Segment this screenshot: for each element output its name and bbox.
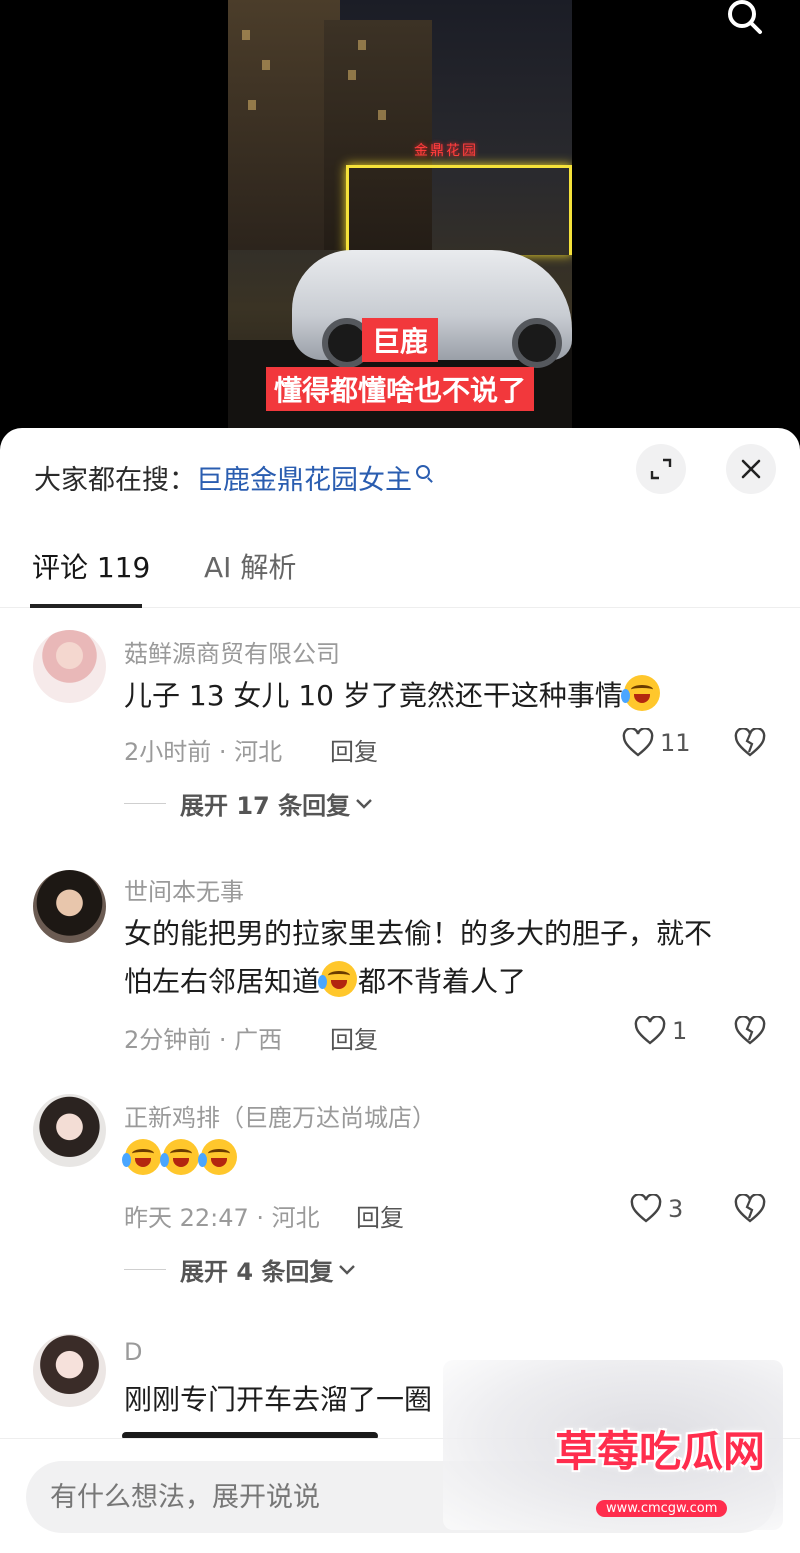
like-count: 1 xyxy=(672,1017,688,1045)
comment-username[interactable]: 菇鲜源商贸有限公司 xyxy=(124,634,340,669)
comment-username[interactable]: 正新鸡排（巨鹿万达尚城店） xyxy=(124,1098,436,1133)
search-icon xyxy=(416,465,430,479)
chevron-down-icon xyxy=(339,1264,356,1275)
divider-dash xyxy=(124,1269,166,1270)
window-light xyxy=(358,40,366,50)
heart-icon xyxy=(630,1194,662,1223)
window-light xyxy=(248,100,256,110)
like-button[interactable]: 11 xyxy=(622,728,691,758)
chevron-down-icon xyxy=(356,798,372,809)
laugh-cry-emoji-icon xyxy=(122,1139,161,1175)
comment-text-content: 儿子 13 女儿 10 岁了竟然还干这种事情 xyxy=(124,679,623,712)
caption-line-1: 巨鹿 xyxy=(361,318,438,362)
dislike-button[interactable] xyxy=(734,1015,766,1050)
watermark-title: 草莓吃瓜网 xyxy=(555,1427,766,1476)
expand-icon xyxy=(650,458,672,480)
avatar[interactable] xyxy=(33,1094,106,1167)
comment-username[interactable]: 世间本无事 xyxy=(124,872,244,907)
laugh-cry-emoji-icon xyxy=(620,675,660,711)
window-light xyxy=(378,110,386,120)
comment-time-location: 2小时前 · 河北 xyxy=(124,738,283,766)
gate-lights xyxy=(346,165,572,255)
search-icon[interactable] xyxy=(722,0,766,38)
comment-time-location: 昨天 22:47 · 河北 xyxy=(124,1204,320,1232)
avatar[interactable] xyxy=(33,1334,106,1407)
like-count: 11 xyxy=(660,729,691,757)
laugh-cry-emoji-icon xyxy=(198,1139,237,1175)
close-icon xyxy=(741,459,761,479)
reply-button[interactable]: 回复 xyxy=(330,732,378,767)
heart-icon xyxy=(634,1016,666,1045)
watermark-url: www.cmcgw.com xyxy=(596,1500,728,1517)
expand-replies-button[interactable]: 展开 17 条回复 xyxy=(124,786,374,821)
comment-time-location: 2分钟前 · 广西 xyxy=(124,1026,283,1054)
like-count: 3 xyxy=(668,1195,684,1223)
comment-text-segment: 怕左右邻居知道 xyxy=(124,965,321,998)
comment-text-line: 怕左右邻居知道 都不背着人了 xyxy=(124,958,774,1006)
window-light xyxy=(348,70,356,80)
search-suggestion[interactable]: 大家都在搜：巨鹿金鼎花园女主 xyxy=(34,458,430,496)
window-light xyxy=(262,60,270,70)
search-query-link[interactable]: 巨鹿金鼎花园女主 xyxy=(196,465,412,496)
gate-sign: 金鼎花园 xyxy=(414,143,478,159)
dislike-button[interactable] xyxy=(734,1193,766,1228)
tab-ai-analysis[interactable]: AI 解析 xyxy=(204,548,296,608)
video-caption-subtitle: 懂得都懂啥也不说了 xyxy=(0,367,800,411)
like-button[interactable]: 3 xyxy=(630,1194,683,1224)
expand-button[interactable] xyxy=(636,444,686,494)
expand-replies-button[interactable]: 展开 4 条回复 xyxy=(124,1252,357,1287)
broken-heart-icon xyxy=(734,727,766,757)
broken-heart-icon xyxy=(734,1015,766,1045)
heart-icon xyxy=(622,728,654,757)
broken-heart-icon xyxy=(734,1193,766,1223)
search-prefix: 大家都在搜： xyxy=(34,465,196,496)
comment-text-segment: 都不背着人了 xyxy=(358,965,527,998)
window-light xyxy=(242,30,250,40)
reply-button[interactable]: 回复 xyxy=(330,1020,378,1055)
avatar[interactable] xyxy=(33,630,106,703)
comment-username[interactable]: D xyxy=(124,1338,142,1366)
reply-button[interactable]: 回复 xyxy=(356,1198,404,1233)
like-button[interactable]: 1 xyxy=(634,1016,687,1046)
caption-line-2: 懂得都懂啥也不说了 xyxy=(265,367,534,411)
close-button[interactable] xyxy=(726,444,776,494)
laugh-cry-emoji-icon xyxy=(318,961,358,997)
expand-replies-label: 展开 17 条回复 xyxy=(180,792,351,820)
dislike-button[interactable] xyxy=(734,727,766,762)
laugh-cry-emoji-icon xyxy=(160,1139,199,1175)
comment-text xyxy=(122,1136,774,1184)
comment-text-line: 女的能把男的拉家里去偷！的多大的胆子，就不 xyxy=(124,917,713,950)
divider-dash xyxy=(124,803,166,804)
video-player[interactable]: 金鼎花园 巨鹿 懂得都懂啥也不说了 xyxy=(0,0,800,440)
video-caption-title: 巨鹿 xyxy=(0,318,800,362)
comment-text: 女的能把男的拉家里去偷！的多大的胆子，就不 怕左右邻居知道 都不背着人了 xyxy=(124,910,774,1006)
active-tab-indicator xyxy=(30,604,142,608)
expand-replies-label: 展开 4 条回复 xyxy=(180,1258,334,1286)
tab-comments[interactable]: 评论 119 xyxy=(32,548,150,608)
tab-bar: 评论 119 AI 解析 xyxy=(0,548,800,608)
comment-text: 儿子 13 女儿 10 岁了竟然还干这种事情 xyxy=(124,672,774,720)
avatar[interactable] xyxy=(33,870,106,943)
